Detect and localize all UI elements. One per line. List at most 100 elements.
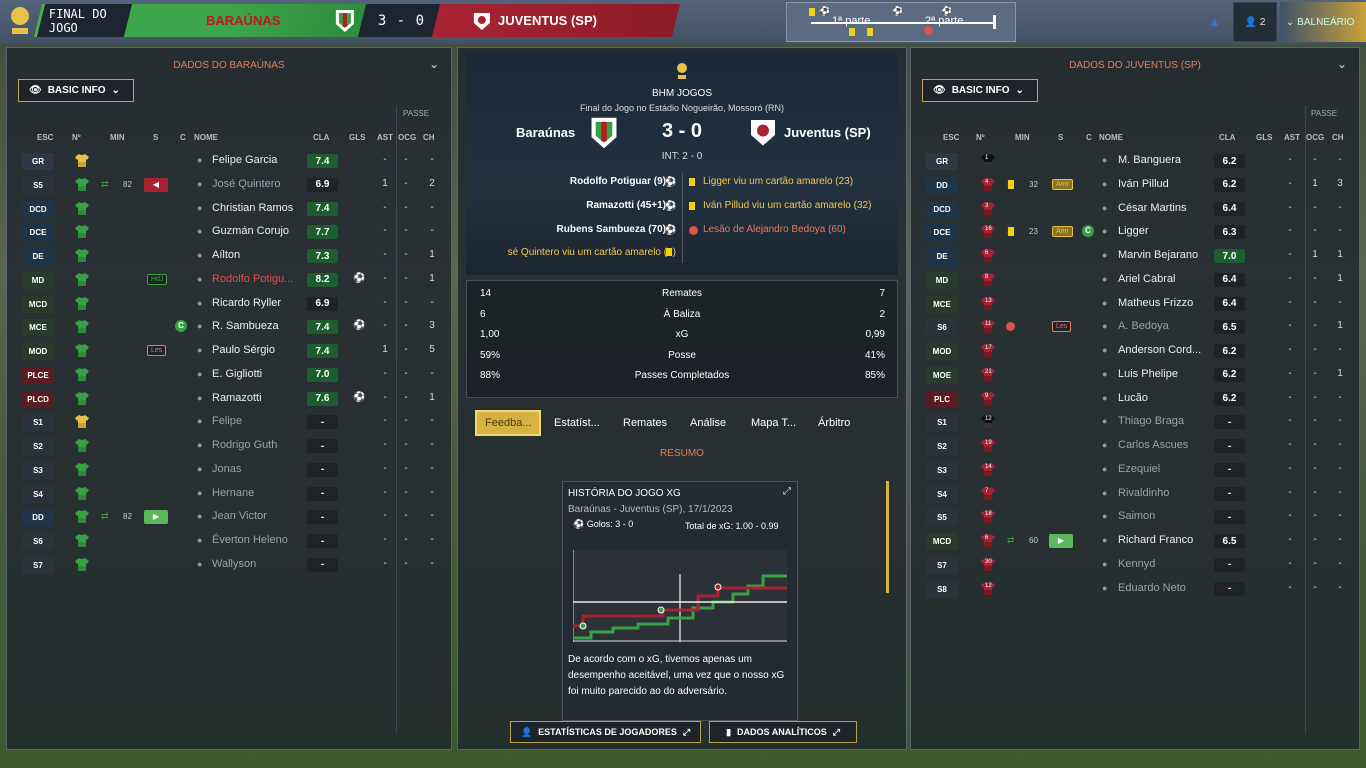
header-gls[interactable]: GLS <box>1256 133 1272 142</box>
player-name[interactable]: Thiago Braga <box>1118 415 1184 427</box>
player-name[interactable]: Jonas <box>212 463 241 475</box>
table-row[interactable]: GR ● Felipe Garcia 7.4 - - - <box>7 150 451 173</box>
header-ch[interactable]: CH <box>1332 133 1344 142</box>
table-row[interactable]: MCD ● Ricardo Ryller 6.9 - - - <box>7 293 451 316</box>
player-name[interactable]: Wallyson <box>212 558 256 570</box>
header-cla[interactable]: CLA <box>313 133 329 142</box>
table-row[interactable]: S8 12 ● Eduardo Neto - - - - <box>911 578 1359 601</box>
header-c[interactable]: C <box>1086 133 1092 142</box>
player-name[interactable]: Carlos Ascues <box>1118 439 1188 451</box>
chevron-down-icon[interactable]: ⌄ <box>429 57 439 71</box>
scrollbar[interactable] <box>886 481 889 593</box>
table-row[interactable]: DD ⇄ 82 ▶ ● Jean Victor - - - - <box>7 506 451 529</box>
people-button[interactable]: 👤 2 <box>1233 2 1277 42</box>
tab-2[interactable]: Remates <box>615 410 675 436</box>
table-row[interactable]: MCE C ● R. Sambueza 7.4 ⚽ - - 3 <box>7 316 451 339</box>
table-row[interactable]: MOD Les ● Paulo Sérgio 7.4 1 - 5 <box>7 340 451 363</box>
table-row[interactable]: S6 11 Les ● A. Bedoya 6.5 - - 1 <box>911 316 1359 339</box>
header-cla[interactable]: CLA <box>1219 133 1235 142</box>
player-name[interactable]: Ariel Cabral <box>1118 273 1175 285</box>
table-row[interactable]: S3 14 ● Ezequiel - - - - <box>911 459 1359 482</box>
basic-info-dropdown[interactable]: 👁 BASIC INFO ⌄ <box>18 79 134 102</box>
player-name[interactable]: Paulo Sérgio <box>212 344 275 356</box>
player-name[interactable]: Guzmán Corujo <box>212 225 289 237</box>
table-row[interactable]: DCD 3 ● César Martins 6.4 - - - <box>911 198 1359 221</box>
player-name[interactable]: Aílton <box>212 249 240 261</box>
player-name[interactable]: Ramazotti <box>212 392 262 404</box>
table-row[interactable]: DE 6 ● Marvin Bejarano 7.0 - 1 1 <box>911 245 1359 268</box>
header-esc[interactable]: ESC <box>37 133 53 142</box>
header-c[interactable]: C <box>180 133 186 142</box>
table-row[interactable]: PLCE ● E. Gigliotti 7.0 - - - <box>7 364 451 387</box>
header-number[interactable]: Nº <box>72 133 81 142</box>
away-team-block[interactable]: JUVENTUS (SP) <box>431 4 681 37</box>
balneario-button[interactable]: ⌄ BALNEÁRIO <box>1280 2 1366 42</box>
table-row[interactable]: S2 19 ● Carlos Ascues - - - - <box>911 435 1359 458</box>
table-row[interactable]: PLC 9 ● Lucão 6.2 - - - <box>911 388 1359 411</box>
player-name[interactable]: Lucão <box>1118 392 1148 404</box>
table-row[interactable]: MCE 13 ● Matheus Frizzo 6.4 - - - <box>911 293 1359 316</box>
table-row[interactable]: DCE ● Guzmán Corujo 7.7 - - - <box>7 221 451 244</box>
match-timeline[interactable]: 1ª parte 2ª parte ⚽ ⚽ ⚽ <box>786 2 1016 42</box>
table-row[interactable]: S3 ● Jonas - - - - <box>7 459 451 482</box>
player-name[interactable]: Eduardo Neto <box>1118 582 1186 594</box>
table-row[interactable]: MD 8 ● Ariel Cabral 6.4 - - 1 <box>911 269 1359 292</box>
shoe-icon[interactable]: ▲ <box>1208 14 1221 29</box>
header-number[interactable]: Nº <box>976 133 985 142</box>
tab-1[interactable]: Estatíst... <box>546 410 608 436</box>
player-name[interactable]: José Quintero <box>212 178 280 190</box>
analytics-button[interactable]: ▮ DADOS ANALÍTICOS ⤢ <box>709 721 857 743</box>
table-row[interactable]: GR 1 ● M. Banguera 6.2 - - - <box>911 150 1359 173</box>
header-min[interactable]: MIN <box>110 133 125 142</box>
player-name[interactable]: Felipe <box>212 415 242 427</box>
header-nome[interactable]: NOME <box>1099 133 1123 142</box>
chevron-down-icon[interactable]: ⌄ <box>1337 57 1347 71</box>
player-name[interactable]: M. Banguera <box>1118 154 1181 166</box>
header-ast[interactable]: AST <box>1284 133 1300 142</box>
header-ocg[interactable]: OCG <box>398 133 416 142</box>
table-row[interactable]: DE ● Aílton 7.3 - - 1 <box>7 245 451 268</box>
table-row[interactable]: MD HdJ ● Rodolfo Potigu... 8.2 ⚽ - - 1 <box>7 269 451 292</box>
header-s[interactable]: S <box>1058 133 1063 142</box>
header-ch[interactable]: CH <box>423 133 435 142</box>
table-row[interactable]: DD4⇄32Amr●Iván Pillud6.2-13 <box>911 174 1359 197</box>
header-s[interactable]: S <box>153 133 158 142</box>
table-row[interactable]: MOD 17 ● Anderson Cord... 6.2 - - - <box>911 340 1359 363</box>
player-name[interactable]: Rodrigo Guth <box>212 439 277 451</box>
table-row[interactable]: S6 ● Éverton Heleno - - - - <box>7 530 451 553</box>
player-name[interactable]: Saimon <box>1118 510 1155 522</box>
table-row[interactable]: S7 ● Wallyson - - - - <box>7 554 451 577</box>
header-esc[interactable]: ESC <box>943 133 959 142</box>
basic-info-dropdown[interactable]: 👁 BASIC INFO ⌄ <box>922 79 1038 102</box>
tab-0[interactable]: Feedba... <box>475 410 542 436</box>
player-stats-button[interactable]: 👤 ESTATÍSTICAS DE JOGADORES ⤢ <box>510 721 701 743</box>
player-name[interactable]: Richard Franco <box>1118 534 1193 546</box>
player-name[interactable]: Rivaldinho <box>1118 487 1169 499</box>
expand-icon[interactable]: ⤢ <box>783 486 791 497</box>
player-name[interactable]: Kennyd <box>1118 558 1155 570</box>
player-name[interactable]: Luis Phelipe <box>1118 368 1178 380</box>
home-team-block[interactable]: BARAÚNAS <box>123 4 373 37</box>
table-row[interactable]: S7 30 ● Kennyd - - - - <box>911 554 1359 577</box>
table-row[interactable]: MOE 21 ● Luis Phelipe 6.2 - - 1 <box>911 364 1359 387</box>
player-name[interactable]: Anderson Cord... <box>1118 344 1201 356</box>
table-row[interactable]: S2 ● Rodrigo Guth - - - - <box>7 435 451 458</box>
player-name[interactable]: Christian Ramos <box>212 202 293 214</box>
header-nome[interactable]: NOME <box>194 133 218 142</box>
table-row[interactable]: S1 12 ● Thiago Braga - - - - <box>911 411 1359 434</box>
table-row[interactable]: S5 ⇄ 82 ◀ ● José Quintero 6.9 1 - 2 <box>7 174 451 197</box>
table-row[interactable]: PLCD ● Ramazotti 7.6 ⚽ - - 1 <box>7 388 451 411</box>
xg-history-card[interactable]: HISTÓRIA DO JOGO XG ⤢ Baraúnas - Juventu… <box>562 481 798 721</box>
player-name[interactable]: Éverton Heleno <box>212 534 288 546</box>
player-name[interactable]: César Martins <box>1118 202 1186 214</box>
tab-5[interactable]: Árbitro <box>810 410 858 436</box>
player-name[interactable]: Jean Victor <box>212 510 267 522</box>
player-name[interactable]: A. Bedoya <box>1118 320 1169 332</box>
player-name[interactable]: Felipe Garcia <box>212 154 277 166</box>
player-name[interactable]: Ricardo Ryller <box>212 297 281 309</box>
header-ast[interactable]: AST <box>377 133 393 142</box>
player-name[interactable]: Rodolfo Potigu... <box>212 273 293 285</box>
tab-4[interactable]: Mapa T... <box>743 410 804 436</box>
tab-3[interactable]: Análise <box>682 410 734 436</box>
table-row[interactable]: S4 ● Hernane - - - - <box>7 483 451 506</box>
